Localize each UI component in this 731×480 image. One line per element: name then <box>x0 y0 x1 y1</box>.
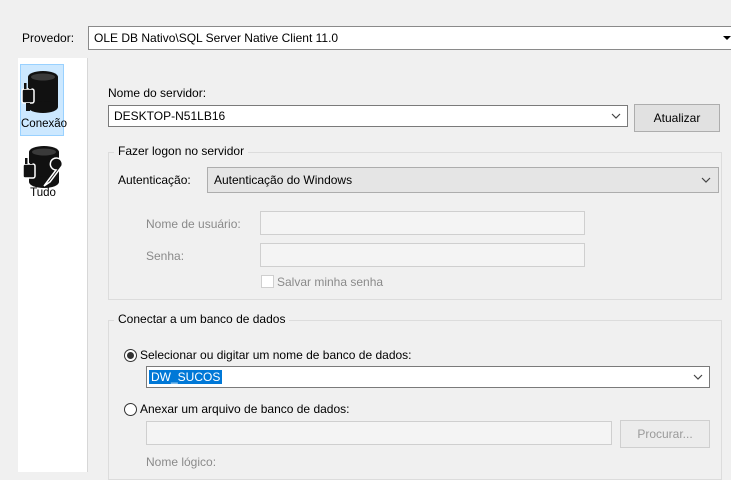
provider-label: Provedor: <box>22 31 75 45</box>
nav-item-conexao[interactable]: Conexão <box>20 64 68 136</box>
browse-button[interactable]: Procurar... <box>620 420 710 448</box>
chevron-down-icon[interactable] <box>698 172 714 188</box>
auth-select-value: Autenticação do Windows <box>214 173 353 187</box>
database-name-value: DW_SUCOS <box>149 370 223 384</box>
password-label: Senha: <box>146 249 185 263</box>
password-input[interactable] <box>260 243 585 267</box>
logon-group-title: Fazer logon no servidor <box>114 143 249 159</box>
save-password-label: Salvar minha senha <box>277 275 384 289</box>
auth-label: Autenticação: <box>118 173 191 187</box>
server-name-label: Nome do servidor: <box>108 86 207 100</box>
auth-select[interactable]: Autenticação do Windows <box>207 167 719 193</box>
database-name-combobox[interactable]: DW_SUCOS <box>146 366 710 388</box>
attach-database-radio-label: Anexar um arquivo de banco de dados: <box>140 402 350 416</box>
nav-item-tudo[interactable]: Tudo <box>20 140 66 212</box>
provider-select[interactable]: OLE DB Nativo\SQL Server Native Client 1… <box>88 26 731 50</box>
database-wrench-icon <box>22 142 64 192</box>
server-name-value: DESKTOP-N51LB16 <box>114 109 226 123</box>
username-input[interactable] <box>260 211 585 235</box>
provider-select-value: OLE DB Nativo\SQL Server Native Client 1… <box>94 31 339 45</box>
chevron-down-icon[interactable] <box>690 369 706 385</box>
username-label: Nome de usuário: <box>146 217 241 231</box>
database-group-title: Conectar a um banco de dados <box>114 311 290 327</box>
server-name-combobox[interactable]: DESKTOP-N51LB16 <box>108 105 628 127</box>
provider-dropdown-arrow-icon[interactable] <box>721 29 731 45</box>
nav-item-conexao-label: Conexão <box>21 118 68 130</box>
attach-database-radio[interactable] <box>124 403 137 416</box>
database-plug-icon <box>21 67 63 117</box>
select-database-radio-label: Selecionar ou digitar um nome de banco d… <box>140 348 412 362</box>
save-password-checkbox[interactable] <box>261 275 274 288</box>
chevron-down-icon[interactable] <box>608 108 624 124</box>
refresh-button[interactable]: Atualizar <box>634 104 720 132</box>
logical-name-label: Nome lógico: <box>146 455 217 469</box>
attach-file-input[interactable] <box>146 421 612 445</box>
select-database-radio[interactable] <box>124 349 137 362</box>
